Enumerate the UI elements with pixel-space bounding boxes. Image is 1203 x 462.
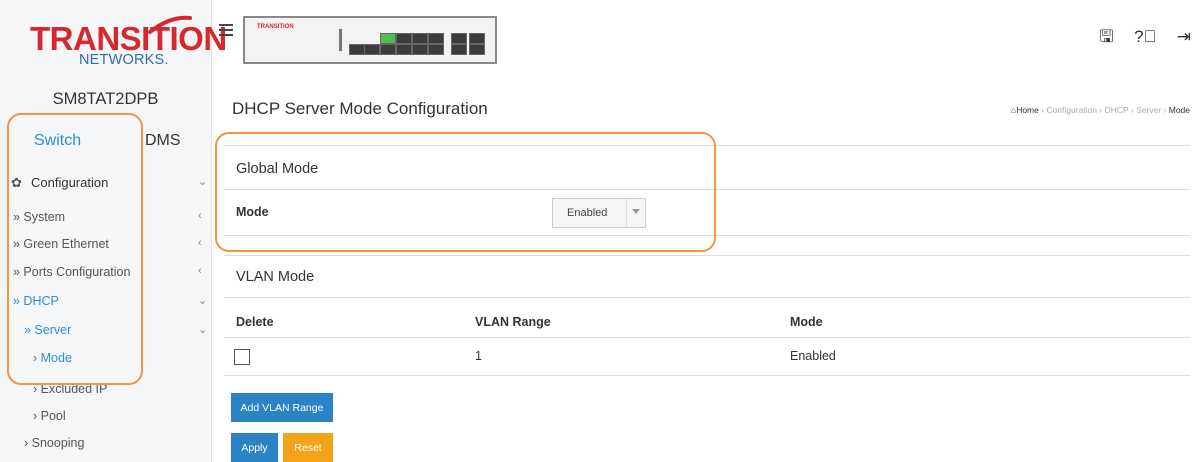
sidebar-item-label: › Pool [33,409,66,423]
device-port[interactable] [428,33,444,44]
device-port[interactable] [364,44,380,55]
apply-button[interactable]: Apply [231,433,278,462]
help-icon[interactable]: ?⃝ [1134,27,1156,47]
device-port[interactable] [349,44,365,55]
sidebar-item-snooping[interactable]: › Snooping [0,436,211,462]
tab-dms[interactable]: DMS [145,132,181,150]
sidebar-highlight-annotation [7,113,143,385]
device-port[interactable] [451,33,467,44]
vlan-mode-value: Enabled [790,349,836,363]
device-port[interactable] [451,44,467,55]
sidebar-item-pool[interactable]: › Pool [0,409,211,435]
breadcrumb-home[interactable]: ⌂Home [1011,105,1039,115]
breadcrumb-current: Mode [1168,105,1190,115]
column-header-mode: Mode [790,315,823,329]
device-port[interactable] [396,44,412,55]
device-port[interactable] [380,44,396,55]
device-port[interactable] [412,33,428,44]
transition-networks-logo[interactable]: TRANSITION NETWORKS. [30,14,227,74]
logout-icon[interactable]: ⇥ [1177,27,1191,47]
global-mode-highlight-annotation [215,132,716,252]
vlan-range-value: 1 [475,349,482,363]
chevron-down-icon: ⌄ [198,324,208,336]
divider [224,297,1190,298]
divider [224,375,1190,376]
divider [224,255,1190,256]
chevron-down-icon: ⌄ [198,295,208,307]
device-port[interactable] [412,44,428,55]
save-icon[interactable]: 🖫 [1099,24,1113,53]
device-port[interactable] [396,33,412,44]
device-port[interactable] [428,44,444,55]
column-header-delete: Delete [236,315,274,329]
breadcrumb-item[interactable]: Configuration [1046,105,1097,115]
device-divider [339,29,342,51]
top-bar: TRANSITION 🖫 ?⃝ ⇥ [212,0,1203,75]
sidebar-item-excluded-ip[interactable]: › Excluded IP [0,382,211,408]
breadcrumb-item[interactable]: Server [1136,105,1161,115]
device-brand-label: TRANSITION [257,24,294,30]
vlan-mode-title: VLAN Mode [236,269,315,285]
logo-subtext: NETWORKS. [79,52,169,68]
breadcrumb: ⌂Home › Configuration › DHCP › Server › … [1011,105,1190,115]
delete-checkbox[interactable] [234,349,250,365]
add-vlan-range-button[interactable]: Add VLAN Range [231,393,333,422]
device-port[interactable] [380,33,396,44]
chevron-left-icon: ‹ [198,265,202,277]
chevron-left-icon: ‹ [198,237,202,249]
device-name: SM8TAT2DPB [52,90,159,108]
hamburger-menu-icon[interactable] [219,24,233,39]
device-port[interactable] [469,44,485,55]
top-icons: 🖫 ?⃝ ⇥ [1083,24,1191,53]
sidebar-item-label: › Snooping [24,436,85,450]
device-panel-image[interactable]: TRANSITION [243,16,497,64]
reset-button[interactable]: Reset [283,433,333,462]
logo-swoosh-icon [148,15,192,34]
column-header-vlan-range: VLAN Range [475,315,551,329]
breadcrumb-item[interactable]: DHCP [1105,105,1129,115]
device-port[interactable] [469,33,485,44]
sidebar: TRANSITION NETWORKS. SM8TAT2DPB Switch D… [0,0,227,462]
main-content: DHCP Server Mode Configuration ⌂Home › C… [212,75,1203,462]
page-title: DHCP Server Mode Configuration [232,99,488,118]
chevron-down-icon: ⌄ [198,176,208,188]
chevron-left-icon: ‹ [198,210,202,222]
divider [224,337,1190,338]
